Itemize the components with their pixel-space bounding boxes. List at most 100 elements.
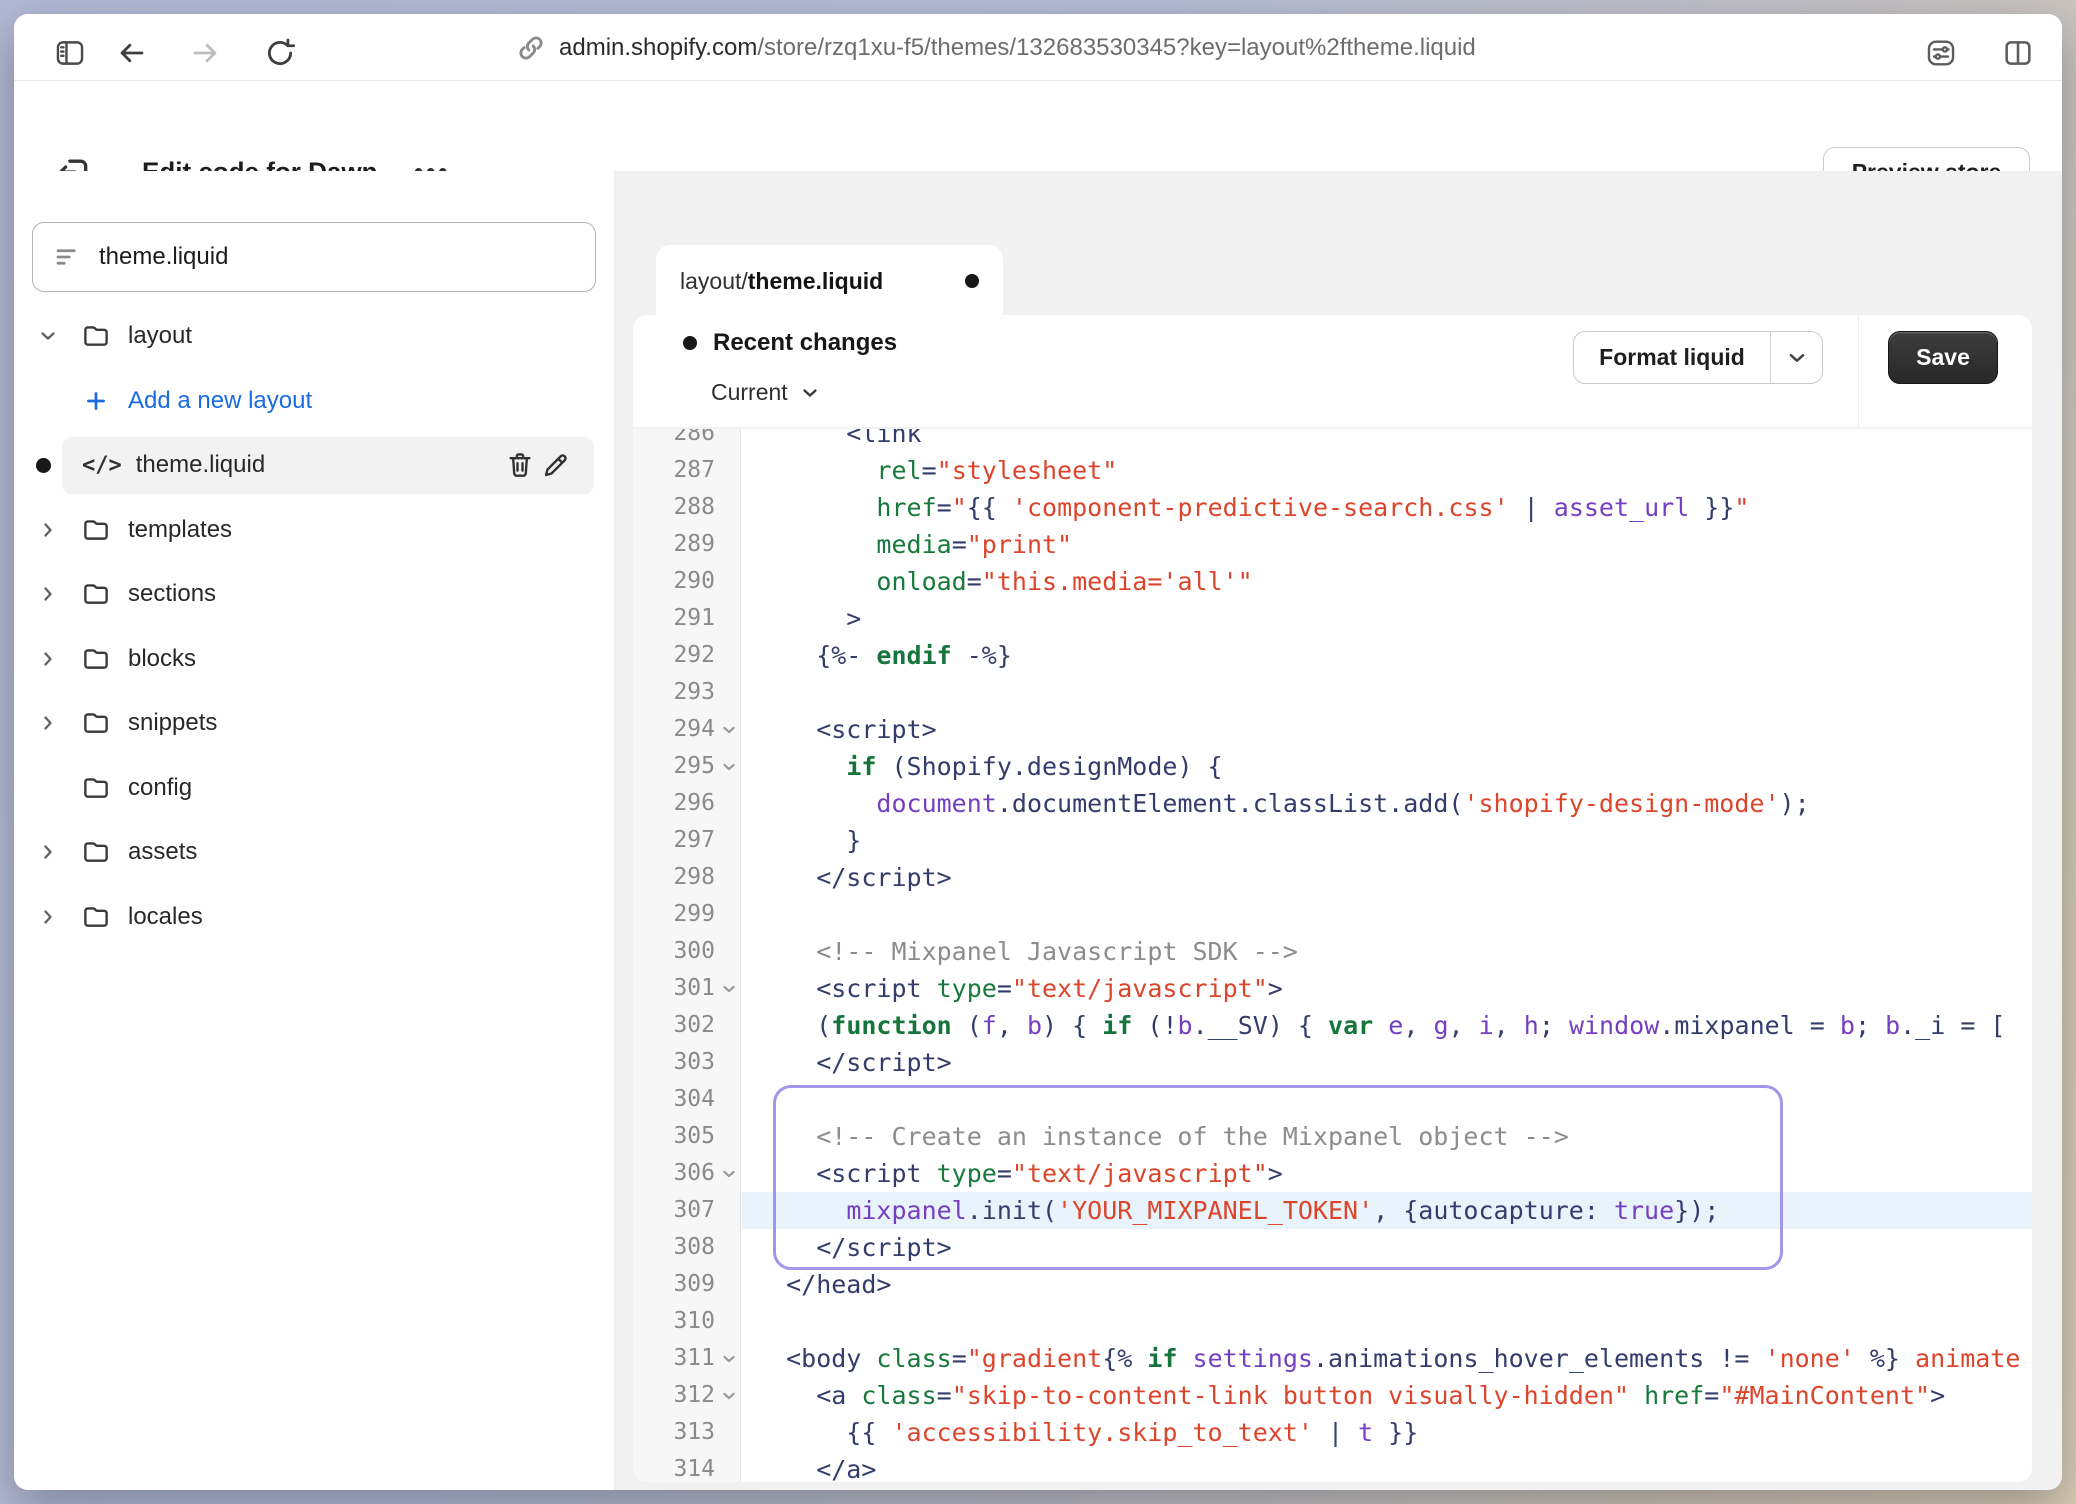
line-number: 307 bbox=[673, 1192, 715, 1229]
sidebar-toggle-icon[interactable] bbox=[52, 35, 88, 71]
forward-icon[interactable] bbox=[187, 35, 223, 71]
format-options-chevron[interactable] bbox=[1771, 332, 1822, 383]
sidebar-folder-locales[interactable]: locales bbox=[14, 885, 614, 950]
code-line-302[interactable]: (function (f, b) { if (!b.__SV) { var e,… bbox=[742, 1007, 2032, 1044]
line-number: 289 bbox=[673, 526, 715, 563]
fold-chevron-icon[interactable] bbox=[719, 973, 741, 1005]
link-icon bbox=[513, 30, 549, 66]
sidebar-folder-config[interactable]: config bbox=[14, 756, 614, 821]
code-line-296[interactable]: document.documentElement.classList.add('… bbox=[742, 785, 2032, 822]
active-file-row[interactable]: </>theme.liquid bbox=[62, 437, 594, 494]
fold-chevron-icon[interactable] bbox=[719, 1380, 741, 1412]
code-line-306[interactable]: <script type="text/javascript"> bbox=[742, 1155, 2032, 1192]
unsaved-dot bbox=[36, 458, 51, 473]
sidebar-folder-blocks[interactable]: blocks bbox=[14, 627, 614, 692]
chevron-spacer bbox=[32, 772, 64, 804]
recent-changes: Recent changes bbox=[683, 329, 897, 357]
delete-file-icon[interactable] bbox=[502, 447, 538, 483]
tab-theme-liquid[interactable]: layout/theme.liquid bbox=[656, 245, 1003, 317]
code-panel[interactable]: 2862872882892902912922932942952962972982… bbox=[633, 429, 2032, 1482]
code-line-292[interactable]: {%- endif -%} bbox=[742, 637, 2032, 674]
code-line-297[interactable]: } bbox=[742, 822, 2032, 859]
rename-file-icon[interactable] bbox=[538, 447, 574, 483]
folder-label: assets bbox=[128, 838, 197, 866]
chevron-right-icon[interactable] bbox=[32, 836, 64, 868]
line-number: 314 bbox=[673, 1451, 715, 1482]
fold-chevron-icon[interactable] bbox=[719, 751, 741, 783]
code-line-291[interactable]: > bbox=[742, 600, 2032, 637]
code-content[interactable]: <link rel="stylesheet" href="{{ 'compone… bbox=[742, 429, 2032, 1482]
code-line-313[interactable]: {{ 'accessibility.skip_to_text' | t }} bbox=[742, 1414, 2032, 1451]
code-line-299[interactable] bbox=[742, 896, 2032, 933]
line-number: 291 bbox=[673, 600, 715, 637]
page-settings-icon[interactable] bbox=[1923, 35, 1959, 71]
code-line-289[interactable]: media="print" bbox=[742, 526, 2032, 563]
sidebar-file-theme-liquid[interactable]: </>theme.liquid bbox=[14, 433, 614, 498]
code-line-303[interactable]: </script> bbox=[742, 1044, 2032, 1081]
code-line-287[interactable]: rel="stylesheet" bbox=[742, 452, 2032, 489]
editor-toolbar: Recent changes Current Format liquid Sav… bbox=[633, 315, 2032, 427]
search-input[interactable] bbox=[99, 243, 575, 271]
url-bar[interactable]: admin.shopify.com/store/rzq1xu-f5/themes… bbox=[513, 14, 1476, 81]
filter-icon bbox=[53, 242, 83, 272]
folder-label: sections bbox=[128, 580, 216, 608]
code-line-295[interactable]: if (Shopify.designMode) { bbox=[742, 748, 2032, 785]
sidebar-folder-layout[interactable]: layout bbox=[14, 304, 614, 369]
code-line-314[interactable]: </a> bbox=[742, 1451, 2032, 1482]
code-line-312[interactable]: <a class="skip-to-content-link button vi… bbox=[742, 1377, 2032, 1414]
code-line-309[interactable]: </head> bbox=[742, 1266, 2032, 1303]
code-line-293[interactable] bbox=[742, 674, 2032, 711]
chevron-right-icon[interactable] bbox=[32, 901, 64, 933]
fold-chevron-icon[interactable] bbox=[719, 1158, 741, 1190]
browser-chrome: admin.shopify.com/store/rzq1xu-f5/themes… bbox=[14, 14, 2062, 81]
code-line-304[interactable] bbox=[742, 1081, 2032, 1118]
code-line-290[interactable]: onload="this.media='all'" bbox=[742, 563, 2032, 600]
format-liquid-label[interactable]: Format liquid bbox=[1574, 332, 1771, 383]
chevron-right-icon[interactable] bbox=[32, 707, 64, 739]
code-line-288[interactable]: href="{{ 'component-predictive-search.cs… bbox=[742, 489, 2032, 526]
fold-chevron-icon[interactable] bbox=[719, 1343, 741, 1375]
folder-label: locales bbox=[128, 903, 203, 931]
code-line-298[interactable]: </script> bbox=[742, 859, 2032, 896]
code-line-286[interactable]: <link bbox=[742, 429, 2032, 452]
line-number: 312 bbox=[673, 1377, 715, 1414]
line-number: 294 bbox=[673, 711, 715, 748]
file-sidebar: layoutAdd a new layout</>theme.liquidtem… bbox=[14, 171, 615, 1490]
file-label: theme.liquid bbox=[136, 451, 265, 479]
chevron-right-icon[interactable] bbox=[32, 514, 64, 546]
code-line-307[interactable]: mixpanel.init('YOUR_MIXPANEL_TOKEN', {au… bbox=[742, 1192, 2032, 1229]
sidebar-folder-templates[interactable]: templates bbox=[14, 498, 614, 563]
code-line-300[interactable]: <!-- Mixpanel Javascript SDK --> bbox=[742, 933, 2032, 970]
code-line-301[interactable]: <script type="text/javascript"> bbox=[742, 970, 2032, 1007]
sidebar-folder-sections[interactable]: sections bbox=[14, 562, 614, 627]
split-view-icon[interactable] bbox=[2000, 35, 2036, 71]
file-tree: layoutAdd a new layout</>theme.liquidtem… bbox=[14, 304, 614, 949]
line-number: 286 bbox=[673, 429, 715, 452]
line-number: 292 bbox=[673, 637, 715, 674]
version-dropdown[interactable]: Current bbox=[711, 379, 822, 406]
line-number: 295 bbox=[673, 748, 715, 785]
sidebar-action-add-a-new-layout[interactable]: Add a new layout bbox=[14, 369, 614, 434]
line-number: 287 bbox=[673, 452, 715, 489]
sidebar-folder-assets[interactable]: assets bbox=[14, 820, 614, 885]
back-icon[interactable] bbox=[114, 35, 150, 71]
chevron-right-icon[interactable] bbox=[32, 643, 64, 675]
line-number: 308 bbox=[673, 1229, 715, 1266]
code-line-294[interactable]: <script> bbox=[742, 711, 2032, 748]
unsaved-indicator-dot bbox=[965, 274, 979, 288]
code-line-305[interactable]: <!-- Create an instance of the Mixpanel … bbox=[742, 1118, 2032, 1155]
folder-icon bbox=[80, 514, 112, 546]
sidebar-folder-snippets[interactable]: snippets bbox=[14, 691, 614, 756]
save-button[interactable]: Save bbox=[1888, 331, 1998, 384]
url-text: admin.shopify.com/store/rzq1xu-f5/themes… bbox=[559, 34, 1476, 62]
line-number: 305 bbox=[673, 1118, 715, 1155]
code-line-311[interactable]: <body class="gradient{% if settings.anim… bbox=[742, 1340, 2032, 1377]
fold-chevron-icon[interactable] bbox=[719, 714, 741, 746]
code-line-308[interactable]: </script> bbox=[742, 1229, 2032, 1266]
chevron-down-icon[interactable] bbox=[32, 320, 64, 352]
reload-icon[interactable] bbox=[262, 35, 298, 71]
chevron-right-icon[interactable] bbox=[32, 578, 64, 610]
line-number: 311 bbox=[673, 1340, 715, 1377]
code-line-310[interactable] bbox=[742, 1303, 2032, 1340]
format-liquid-button: Format liquid bbox=[1573, 331, 1823, 384]
